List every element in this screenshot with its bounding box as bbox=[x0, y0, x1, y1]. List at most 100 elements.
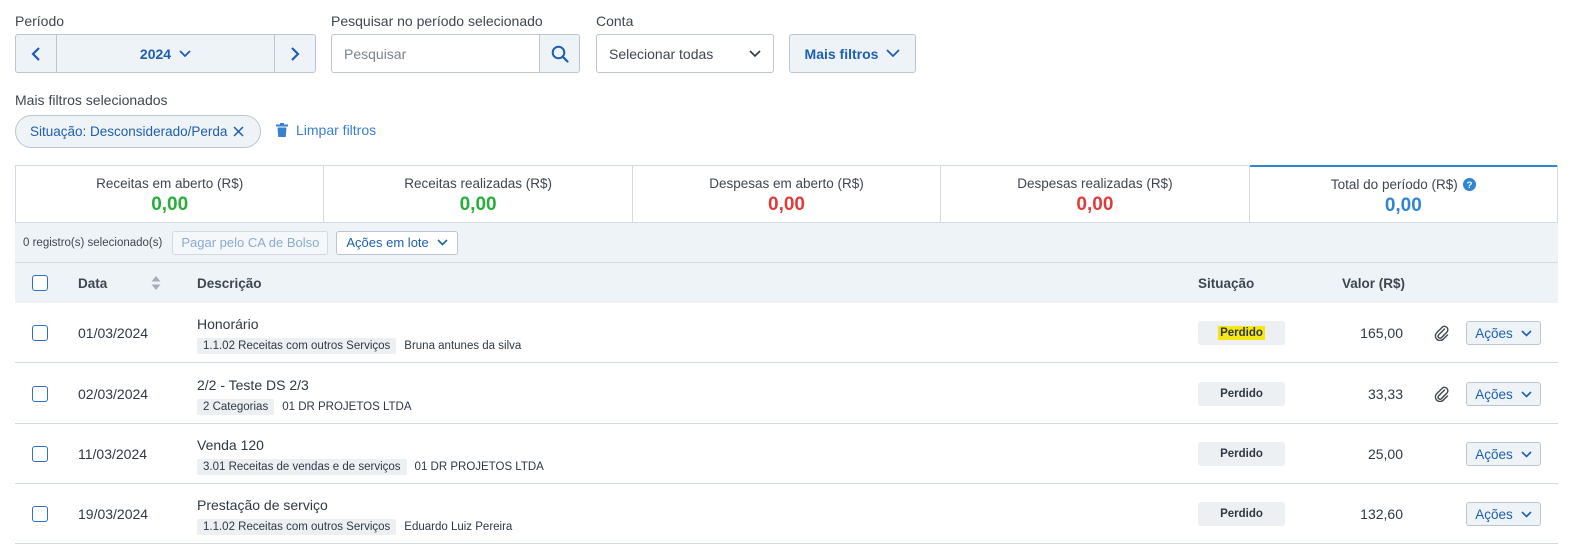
row-meta: 3.01 Receitas de vendas e de serviços 01… bbox=[197, 459, 544, 475]
header-value: Valor (R$) bbox=[1342, 263, 1405, 303]
summary-card-title-wrap: Total do período (R$) ? bbox=[1331, 177, 1476, 192]
header-value-label: Valor (R$) bbox=[1342, 275, 1406, 291]
header-date[interactable]: Data bbox=[78, 263, 107, 303]
table-row[interactable]: 11/03/2024 Venda 120 3.01 Receitas de ve… bbox=[15, 424, 1558, 484]
chevron-down-icon bbox=[1521, 329, 1532, 337]
sort-date-button[interactable] bbox=[151, 263, 161, 303]
search-button[interactable] bbox=[540, 34, 580, 73]
row-contact: Bruna antunes da silva bbox=[404, 340, 522, 352]
batch-actions-button[interactable]: Ações em lote bbox=[336, 230, 458, 255]
row-actions-label: Ações bbox=[1475, 446, 1513, 462]
table-row[interactable]: 02/03/2024 2/2 - Teste DS 2/3 2 Categori… bbox=[15, 364, 1558, 424]
row-meta: 1.1.02 Receitas com outros Serviços Edua… bbox=[197, 519, 512, 535]
row-checkbox[interactable] bbox=[32, 325, 48, 341]
header-status: Situação bbox=[1198, 263, 1254, 303]
row-description: Honorário bbox=[197, 316, 259, 332]
status-badge: Perdido bbox=[1198, 502, 1285, 526]
header-status-label: Situação bbox=[1198, 275, 1255, 291]
row-checkbox[interactable] bbox=[32, 386, 48, 402]
period-selector: 2024 bbox=[15, 34, 316, 73]
row-category: 1.1.02 Receitas com outros Serviços bbox=[197, 338, 397, 354]
next-year-button[interactable] bbox=[275, 35, 315, 72]
search-label: Pesquisar no período selecionado bbox=[331, 13, 543, 29]
summary-card-title: Receitas em aberto (R$) bbox=[96, 176, 244, 191]
status-badge: Perdido bbox=[1198, 321, 1285, 345]
more-filters-button[interactable]: Mais filtros bbox=[789, 34, 916, 73]
select-all-cell bbox=[32, 263, 48, 303]
row-checkbox[interactable] bbox=[32, 446, 48, 462]
year-value: 2024 bbox=[139, 45, 172, 62]
summary-card-despesas-aberto: Despesas em aberto (R$) 0,00 bbox=[633, 166, 942, 222]
summary-card-title: Despesas em aberto (R$) bbox=[709, 176, 864, 191]
bulk-actions-bar: 0 registro(s) selecionado(s) Pagar pelo … bbox=[15, 223, 1558, 263]
row-actions-label: Ações bbox=[1475, 506, 1513, 522]
status-badge: Perdido bbox=[1198, 382, 1285, 406]
clear-filters-button[interactable]: Limpar filtros bbox=[276, 122, 376, 138]
summary-card-value: 0,00 bbox=[768, 194, 805, 215]
table-row[interactable]: 01/03/2024 Honorário 1.1.02 Receitas com… bbox=[15, 303, 1558, 363]
row-contact: Eduardo Luiz Pereira bbox=[404, 521, 513, 533]
account-select-value: Selecionar todas bbox=[609, 45, 714, 62]
summary-card-receitas-aberto: Receitas em aberto (R$) 0,00 bbox=[16, 166, 325, 222]
row-description: Prestação de serviço bbox=[197, 497, 328, 513]
summary-card-despesas-realizadas: Despesas realizadas (R$) 0,00 bbox=[941, 166, 1250, 222]
previous-year-button[interactable] bbox=[16, 35, 56, 72]
header-description: Descrição bbox=[197, 263, 262, 303]
account-select[interactable]: Selecionar todas bbox=[596, 34, 774, 73]
paperclip-icon[interactable] bbox=[1434, 386, 1450, 402]
chevron-down-icon bbox=[1521, 450, 1532, 458]
row-checkbox[interactable] bbox=[32, 506, 48, 522]
summary-card-value: 0,00 bbox=[1076, 194, 1114, 215]
row-meta: 1.1.02 Receitas com outros Serviços Brun… bbox=[197, 338, 521, 354]
filter-chip-situacao: Situação: Desconsiderado/Perda bbox=[15, 115, 261, 148]
paperclip-icon[interactable] bbox=[1434, 325, 1450, 341]
row-contact: 01 DR PROJETOS LTDA bbox=[282, 401, 412, 413]
row-date: 11/03/2024 bbox=[78, 446, 148, 462]
batch-actions-label: Ações em lote bbox=[346, 235, 429, 250]
row-actions-button[interactable]: Ações bbox=[1466, 321, 1541, 345]
search-input[interactable] bbox=[331, 34, 541, 73]
svg-text:?: ? bbox=[1466, 180, 1472, 191]
search-group bbox=[331, 34, 580, 73]
trash-icon bbox=[276, 123, 288, 137]
search-icon bbox=[551, 45, 569, 63]
row-description: Venda 120 bbox=[197, 437, 264, 453]
header-description-label: Descrição bbox=[197, 275, 262, 291]
summary-card-title: Despesas realizadas (R$) bbox=[1017, 176, 1173, 191]
account-label: Conta bbox=[596, 13, 634, 29]
table-row[interactable]: 19/03/2024 Prestação de serviço 1.1.02 R… bbox=[15, 484, 1558, 544]
status-badge-label: Perdido bbox=[1220, 388, 1263, 400]
row-category: 1.1.02 Receitas com outros Serviços bbox=[197, 519, 397, 535]
summary-card-title: Total do período (R$) bbox=[1330, 177, 1458, 192]
row-actions-label: Ações bbox=[1475, 386, 1513, 402]
select-all-checkbox[interactable] bbox=[32, 275, 48, 291]
year-dropdown[interactable]: 2024 bbox=[56, 35, 275, 72]
row-actions-button[interactable]: Ações bbox=[1466, 442, 1541, 466]
row-actions-button[interactable]: Ações bbox=[1466, 382, 1541, 406]
chevron-down-icon bbox=[1521, 390, 1532, 398]
sort-icon bbox=[151, 276, 161, 290]
chevron-right-icon bbox=[291, 46, 300, 61]
selected-count: 0 registro(s) selecionado(s) bbox=[23, 236, 163, 249]
summary-card-value: 0,00 bbox=[151, 194, 189, 215]
help-icon[interactable]: ? bbox=[1462, 178, 1476, 191]
chevron-down-icon bbox=[179, 49, 191, 57]
chevron-down-icon bbox=[437, 239, 448, 246]
row-date: 01/03/2024 bbox=[78, 325, 149, 341]
close-icon[interactable] bbox=[233, 126, 244, 137]
filter-chip-label: Situação: Desconsiderado/Perda bbox=[30, 124, 228, 139]
chevron-down-icon bbox=[749, 49, 761, 57]
table-header: Data Descrição Situação Valor (R$) bbox=[15, 263, 1558, 303]
summary-card-receitas-realizadas: Receitas realizadas (R$) 0,00 bbox=[324, 166, 633, 222]
period-label: Período bbox=[15, 13, 65, 29]
row-actions-button[interactable]: Ações bbox=[1466, 502, 1541, 526]
chevron-left-icon bbox=[31, 46, 40, 61]
row-date: 19/03/2024 bbox=[78, 506, 149, 522]
pay-ca-bolso-button[interactable]: Pagar pelo CA de Bolso bbox=[172, 230, 329, 255]
row-value: 132,60 bbox=[1360, 506, 1403, 522]
status-badge-label: Perdido bbox=[1220, 448, 1263, 460]
summary-card-value: 0,00 bbox=[1384, 195, 1422, 216]
summary-cards: Receitas em aberto (R$) 0,00 Receitas re… bbox=[15, 165, 1558, 223]
row-value: 33,33 bbox=[1367, 386, 1403, 402]
row-description: 2/2 - Teste DS 2/3 bbox=[197, 377, 309, 393]
